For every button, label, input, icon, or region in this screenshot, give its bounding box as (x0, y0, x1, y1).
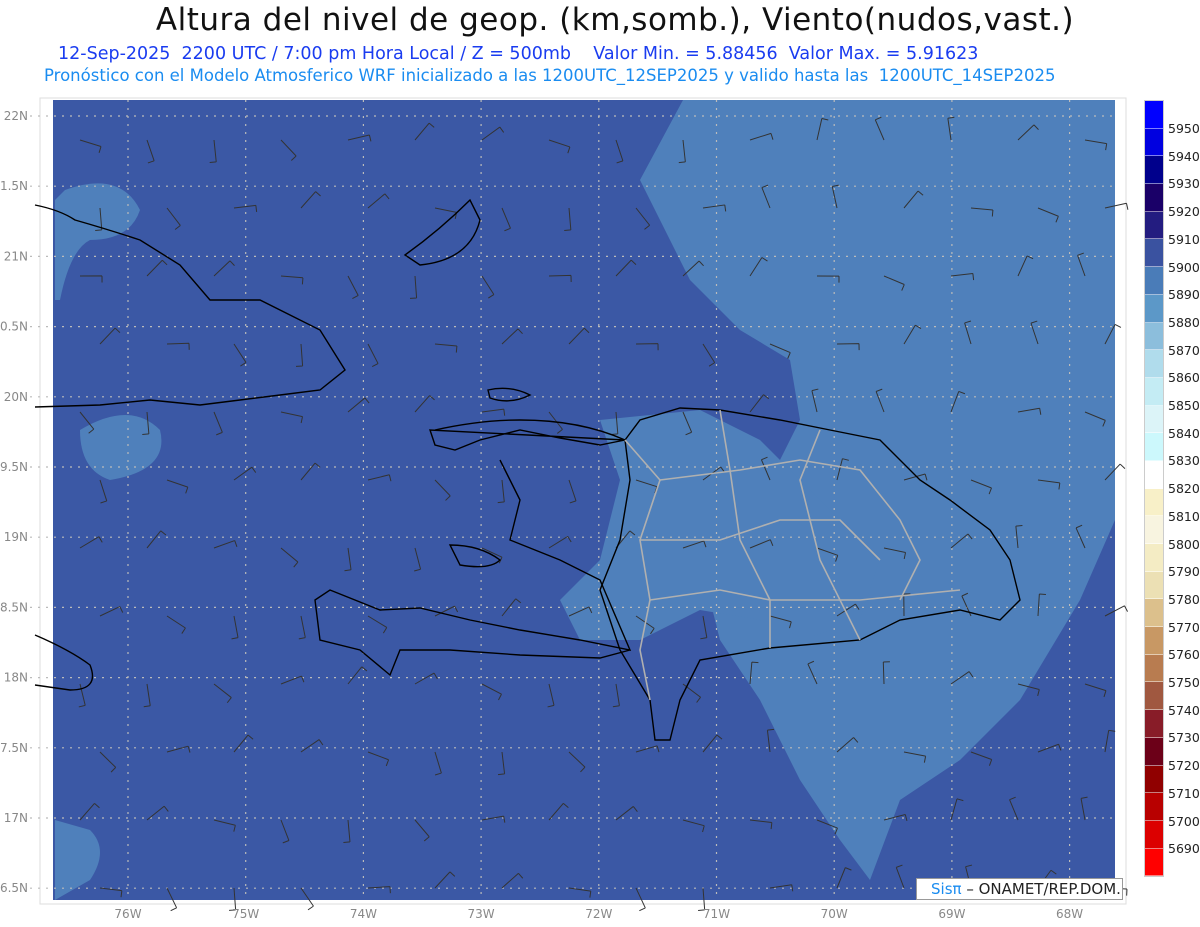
colorbar-swatch (1145, 294, 1163, 323)
colorbar-label: 5800 (1168, 536, 1200, 552)
colorbar-swatch (1145, 710, 1163, 738)
colorbar-label: 5820 (1168, 481, 1200, 497)
colorbar-swatch (1145, 599, 1163, 628)
colorbar-label: 5780 (1168, 591, 1200, 607)
colorbar-swatch (1145, 128, 1163, 157)
lat-label: 7.5N (0, 741, 28, 755)
colorbar-swatch (1145, 544, 1163, 572)
lat-label: 18N (4, 671, 28, 685)
colorbar-swatch (1145, 101, 1163, 129)
colorbar-swatch (1145, 793, 1163, 821)
colorbar-swatch (1145, 737, 1163, 766)
colorbar-label: 5700 (1168, 813, 1200, 829)
lat-label: 19N (4, 530, 28, 544)
lat-label: 8.5N (0, 600, 28, 614)
colorbar-label: 5730 (1168, 730, 1200, 746)
lat-label: 9.5N (0, 460, 28, 474)
colorbar-swatch (1145, 322, 1163, 351)
lat-label: 20N (4, 390, 28, 404)
colorbar-swatch (1145, 627, 1163, 655)
colorbar-swatch (1145, 516, 1163, 544)
colorbar-label: 5900 (1168, 259, 1200, 275)
colorbar-swatch (1145, 682, 1163, 711)
colorbar-label: 5910 (1168, 231, 1200, 247)
credit-text: – ONAMET/REP.DOM. (961, 880, 1121, 898)
colorbar-swatch (1145, 377, 1163, 406)
colorbar-swatch (1145, 654, 1163, 683)
colorbar-swatch (1145, 239, 1163, 268)
colorbar-label: 5830 (1168, 453, 1200, 469)
colorbar-swatch (1145, 848, 1163, 877)
colorbar (1144, 100, 1164, 878)
colorbar-swatch (1145, 156, 1163, 185)
colorbar-label: 5880 (1168, 314, 1200, 330)
lat-label: 17N (4, 811, 28, 825)
colorbar-swatch (1145, 405, 1163, 434)
lon-label: 73W (468, 907, 495, 921)
lon-label: 68W (1056, 907, 1083, 921)
colorbar-swatch (1145, 765, 1163, 794)
colorbar-label: 5940 (1168, 148, 1200, 164)
colorbar-label: 5950 (1168, 121, 1200, 136)
colorbar-label: 5760 (1168, 647, 1200, 663)
lon-label: 76W (114, 907, 141, 921)
lat-label: 6.5N (0, 881, 28, 895)
lon-label: 70W (821, 907, 848, 921)
colorbar-label: 5750 (1168, 675, 1200, 690)
lat-label: 0.5N (0, 320, 28, 334)
colorbar-swatch (1145, 460, 1163, 489)
colorbar-label: 5860 (1168, 370, 1200, 386)
colorbar-label: 5790 (1168, 564, 1200, 580)
lat-label: 21N (4, 249, 28, 263)
colorbar-label: 5770 (1168, 619, 1200, 635)
colorbar-label: 5810 (1168, 508, 1200, 524)
colorbar-label: 5710 (1168, 785, 1200, 801)
lon-label: 74W (350, 907, 377, 921)
colorbar-swatch (1145, 571, 1163, 600)
colorbar-swatch (1145, 267, 1163, 295)
colorbar-swatch (1145, 488, 1163, 517)
colorbar-label: 5930 (1168, 176, 1200, 192)
colorbar-label: 5690 (1168, 841, 1200, 857)
colorbar-label: 5890 (1168, 287, 1200, 303)
colorbar-swatch (1145, 211, 1163, 240)
lon-label: 75W (232, 907, 259, 921)
forecast-map: 76W 75W 74W 73W 72W 71W 70W 69W 68W 22N 1.5N 21N 0.5… (0, 97, 1129, 921)
sispi-logo: Sisπ (931, 880, 962, 898)
colorbar-label: 5870 (1168, 342, 1200, 358)
colorbar-label: 5720 (1168, 758, 1200, 774)
colorbar-label: 5850 (1168, 398, 1200, 413)
colorbar-label: 5920 (1168, 204, 1200, 220)
colorbar-label: 5740 (1168, 702, 1200, 718)
colorbar-swatch (1145, 433, 1163, 461)
lon-label: 69W (938, 907, 965, 921)
lat-label: 1.5N (0, 179, 28, 193)
colorbar-swatch (1145, 820, 1163, 849)
lat-label: 22N (4, 109, 28, 123)
lon-label: 71W (703, 907, 730, 921)
colorbar-label: 5840 (1168, 425, 1200, 441)
lon-label: 72W (585, 907, 612, 921)
credit-logo: Sisπ – ONAMET/REP.DOM. (916, 878, 1123, 900)
colorbar-swatch (1145, 350, 1163, 378)
colorbar-swatch (1145, 184, 1163, 212)
